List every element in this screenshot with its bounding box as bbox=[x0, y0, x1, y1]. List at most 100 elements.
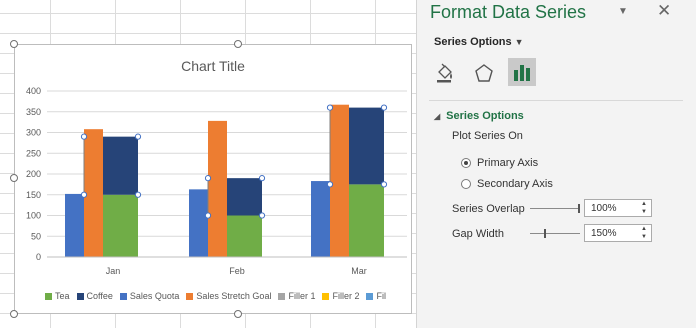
bar-sales-quota[interactable] bbox=[65, 193, 84, 257]
primary-axis-radio[interactable] bbox=[461, 158, 471, 168]
selection-handle[interactable] bbox=[258, 212, 266, 219]
series-overlap-slider-thumb[interactable] bbox=[578, 204, 580, 213]
legend-item[interactable]: Tea bbox=[45, 291, 70, 301]
fill-line-tab[interactable] bbox=[431, 59, 459, 87]
selection-handle[interactable] bbox=[380, 104, 388, 111]
selection-handle[interactable] bbox=[80, 191, 88, 198]
primary-axis-option[interactable]: Primary Axis bbox=[461, 157, 538, 169]
legend-item[interactable]: Coffee bbox=[76, 291, 113, 301]
collapse-triangle-icon: ◢ bbox=[434, 112, 441, 121]
chevron-down-icon[interactable]: ▼ bbox=[618, 6, 628, 17]
legend-label: Sales Quota bbox=[129, 291, 180, 301]
secondary-axis-label: Secondary Axis bbox=[477, 178, 553, 190]
y-tick-label: 150 bbox=[26, 190, 41, 200]
series-overlap-value[interactable]: 100% bbox=[591, 203, 617, 214]
selection-handle[interactable] bbox=[134, 191, 142, 198]
bar-sales-stretch-goal[interactable] bbox=[208, 120, 227, 257]
legend-item[interactable]: Sales Quota bbox=[119, 291, 180, 301]
resize-handle-middle-left[interactable] bbox=[10, 174, 18, 182]
caret-down-icon: ▼ bbox=[514, 37, 524, 47]
y-tick-label: 350 bbox=[26, 107, 41, 117]
close-icon[interactable]: ✕ bbox=[657, 1, 671, 21]
gap-width-slider-thumb[interactable] bbox=[544, 229, 547, 238]
bar-coffee[interactable] bbox=[349, 107, 384, 185]
legend-swatch bbox=[322, 293, 330, 300]
series-overlap-label: Series Overlap bbox=[452, 203, 525, 215]
y-tick-label: 300 bbox=[26, 128, 41, 138]
spin-arrows-icon[interactable]: ▲ ▼ bbox=[637, 200, 651, 216]
resize-handle-bottom-middle[interactable] bbox=[234, 310, 242, 318]
fill-line-icon bbox=[437, 63, 452, 83]
bar-sales-stretch-goal[interactable] bbox=[330, 104, 349, 257]
gap-width-slider[interactable] bbox=[530, 233, 580, 234]
primary-axis-label: Primary Axis bbox=[477, 157, 539, 169]
y-tick-label: 100 bbox=[26, 211, 41, 221]
effects-icon bbox=[475, 64, 493, 82]
bar-sales-quota[interactable] bbox=[189, 189, 208, 257]
legend-label: Tea bbox=[55, 291, 70, 301]
legend-label: Filler 2 bbox=[332, 291, 360, 301]
series-overlap-slider[interactable] bbox=[530, 208, 580, 209]
plot-series-on-label: Plot Series On bbox=[452, 130, 523, 142]
legend-swatch bbox=[45, 293, 52, 300]
y-tick-label: 200 bbox=[26, 169, 41, 179]
legend-swatch bbox=[76, 293, 84, 300]
chart-plot[interactable]: 0 50 100 150 200 250 300 350 400 Jan Feb Mar bbox=[15, 45, 413, 315]
format-data-series-pane: Format Data Series ▼ ✕ Series Options ▼ ◢… bbox=[416, 0, 696, 328]
selection-handle[interactable] bbox=[80, 133, 88, 140]
legend-swatch bbox=[278, 293, 286, 300]
x-tick-label: Mar bbox=[351, 266, 367, 276]
legend-item[interactable]: Sales Stretch Goal bbox=[186, 291, 271, 301]
legend-item[interactable]: Filler 1 bbox=[278, 291, 315, 301]
y-tick-label: 400 bbox=[26, 86, 41, 96]
legend-label: Filler 1 bbox=[288, 291, 316, 301]
bar-tea[interactable] bbox=[227, 215, 262, 258]
x-tick-label: Jan bbox=[106, 266, 121, 276]
legend-item[interactable]: Filler 2 bbox=[322, 291, 359, 301]
bar-sales-stretch-goal[interactable] bbox=[84, 129, 103, 257]
gap-width-label: Gap Width bbox=[452, 228, 504, 240]
y-tick-label: 250 bbox=[26, 148, 41, 158]
selection-handle[interactable] bbox=[204, 212, 212, 219]
effects-tab[interactable] bbox=[470, 59, 498, 87]
y-tick-label: 50 bbox=[31, 231, 41, 241]
series-options-icon bbox=[514, 65, 530, 81]
resize-handle-top-left[interactable] bbox=[10, 40, 18, 48]
series-options-label: Series Options bbox=[434, 36, 512, 48]
legend-label: Fil bbox=[376, 291, 386, 301]
x-tick-label: Feb bbox=[229, 266, 245, 276]
selection-handle[interactable] bbox=[258, 175, 266, 182]
gap-width-value[interactable]: 150% bbox=[591, 228, 617, 239]
series-overlap-spinner[interactable]: 100% ▲ ▼ bbox=[584, 199, 652, 217]
legend-swatch bbox=[366, 293, 374, 300]
series-options-dropdown[interactable]: Series Options ▼ bbox=[434, 36, 524, 48]
bar-coffee[interactable] bbox=[227, 178, 262, 216]
chart-area[interactable]: Chart Title 0 50 100 150 200 250 300 350 400 Jan F… bbox=[14, 44, 412, 314]
spin-arrows-icon[interactable]: ▲ ▼ bbox=[637, 225, 651, 241]
series-options-tab[interactable] bbox=[508, 58, 536, 86]
gap-width-spinner[interactable]: 150% ▲ ▼ bbox=[584, 224, 652, 242]
legend-label: Sales Stretch Goal bbox=[196, 291, 272, 301]
chart-legend[interactable]: Tea Coffee Sales Quota Sales Stretch Goal Fi… bbox=[45, 291, 393, 301]
selection-handle[interactable] bbox=[326, 181, 334, 188]
secondary-axis-option[interactable]: Secondary Axis bbox=[461, 178, 553, 190]
resize-handle-bottom-left[interactable] bbox=[10, 310, 18, 318]
series-options-section-header[interactable]: ◢ Series Options bbox=[434, 110, 524, 122]
secondary-axis-radio[interactable] bbox=[461, 179, 471, 189]
section-title: Series Options bbox=[446, 110, 524, 122]
bar-sales-quota[interactable] bbox=[311, 181, 330, 257]
selection-handle[interactable] bbox=[204, 175, 212, 182]
legend-label: Coffee bbox=[86, 291, 113, 301]
selection-handle[interactable] bbox=[380, 181, 388, 188]
pane-title: Format Data Series bbox=[430, 2, 587, 22]
resize-handle-top-middle[interactable] bbox=[234, 40, 242, 48]
selection-handle[interactable] bbox=[326, 104, 334, 111]
bar-coffee[interactable] bbox=[103, 136, 138, 195]
legend-swatch bbox=[186, 293, 194, 300]
legend-swatch bbox=[119, 293, 127, 300]
legend-item[interactable]: Fil bbox=[366, 291, 386, 301]
bar-tea[interactable] bbox=[349, 184, 384, 257]
bar-tea[interactable] bbox=[103, 194, 138, 257]
selection-handle[interactable] bbox=[134, 133, 142, 140]
y-tick-label: 0 bbox=[36, 252, 41, 262]
